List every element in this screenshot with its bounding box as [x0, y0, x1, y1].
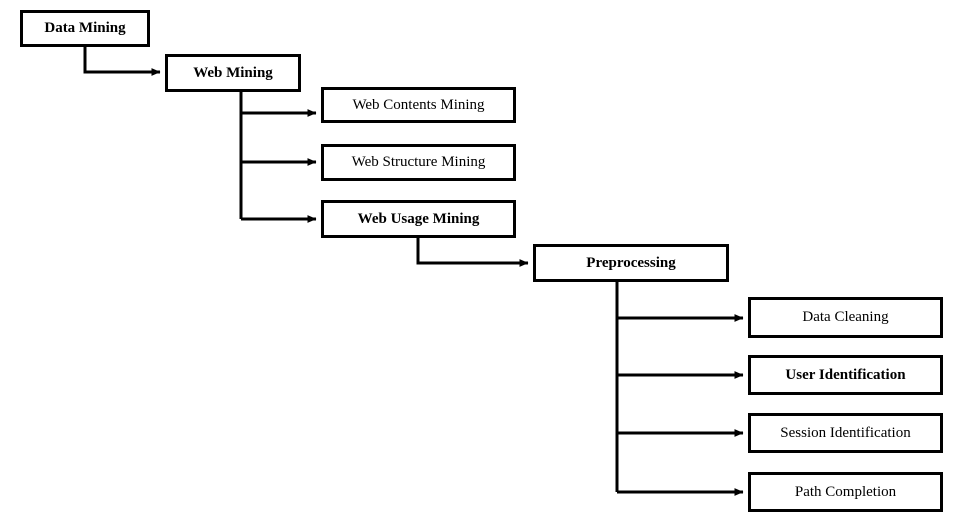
conn-data-mining-to-web-mining	[83, 47, 161, 76]
node-label-preprocessing: Preprocessing	[586, 254, 676, 271]
node-label-web-structure-mining: Web Structure Mining	[351, 154, 486, 171]
node-data-cleaning[interactable]: Data Cleaning	[748, 297, 943, 338]
node-path-completion[interactable]: Path Completion	[748, 472, 943, 512]
node-data-mining[interactable]: Data Mining	[20, 10, 150, 47]
node-label-data-cleaning: Data Cleaning	[802, 309, 889, 326]
node-session-identification[interactable]: Session Identification	[748, 413, 943, 453]
node-web-structure-mining[interactable]: Web Structure Mining	[321, 144, 516, 181]
node-preprocessing[interactable]: Preprocessing	[533, 244, 729, 282]
node-label-session-identification: Session Identification	[780, 424, 911, 441]
node-label-web-mining: Web Mining	[193, 64, 273, 81]
node-label-web-usage-mining: Web Usage Mining	[357, 210, 480, 227]
node-label-path-completion: Path Completion	[794, 483, 897, 500]
node-web-usage-mining[interactable]: Web Usage Mining	[321, 200, 516, 238]
node-web-contents-mining[interactable]: Web Contents Mining	[321, 87, 516, 123]
node-label-data-mining: Data Mining	[44, 20, 126, 37]
node-user-identification[interactable]: User Identification	[748, 355, 943, 395]
node-label-user-identification: User Identification	[785, 366, 906, 383]
node-label-web-contents-mining: Web Contents Mining	[352, 96, 485, 113]
node-web-mining[interactable]: Web Mining	[165, 54, 301, 92]
conn-web-usage-mining-to-preprocessing	[416, 238, 529, 267]
flowchart-diagram: Data Mining Web Mining Web Contents Mining…	[0, 0, 976, 522]
